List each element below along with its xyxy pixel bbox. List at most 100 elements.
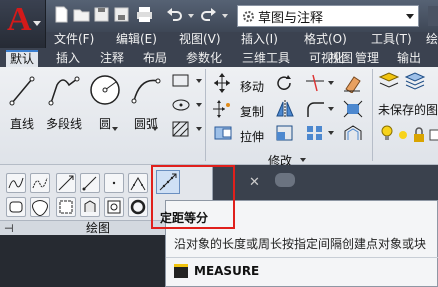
fillet-dropdown-icon[interactable] (328, 107, 334, 111)
spline-cv-icon[interactable] (30, 173, 50, 193)
layer-stack-icon[interactable] (404, 71, 426, 91)
layer-state-label[interactable]: 未保存的图 (378, 101, 438, 118)
spline-fit-icon[interactable] (6, 173, 26, 193)
lock-icon[interactable] (408, 125, 424, 145)
move-icon[interactable] (211, 73, 230, 93)
redo-dropdown-icon[interactable] (222, 14, 228, 18)
hatch-dropdown-icon[interactable] (196, 127, 202, 131)
menu-file[interactable]: 文件(F) (54, 32, 94, 46)
menu-view[interactable]: 视图(V) (179, 32, 221, 46)
divide-icon[interactable] (128, 173, 148, 193)
arc-icon (131, 78, 161, 104)
stretch-icon[interactable] (212, 123, 232, 143)
lightbulb-icon[interactable] (376, 123, 393, 143)
helix-icon[interactable] (104, 197, 124, 217)
tab-3d-tools[interactable]: 三维工具 (238, 50, 294, 67)
copy-label[interactable]: 复制 (240, 103, 264, 120)
save-icon[interactable] (93, 6, 110, 23)
scale-icon[interactable] (274, 123, 296, 143)
highlight-box (151, 165, 235, 229)
3d-polyline-icon[interactable] (80, 197, 100, 217)
circle-button[interactable]: 圆 (88, 73, 122, 132)
chevron-down-icon (406, 14, 414, 19)
new-file-icon[interactable] (53, 6, 70, 23)
ray-icon[interactable] (80, 173, 100, 193)
donut-icon[interactable] (128, 197, 148, 217)
menu-draw[interactable]: 绘 (426, 32, 438, 46)
wipeout-icon[interactable] (30, 197, 50, 217)
autocad-logo: A (7, 1, 32, 38)
redo-icon[interactable] (200, 6, 217, 23)
menu-insert[interactable]: 插入(I) (241, 32, 278, 46)
tab-parametric[interactable]: 参数化 (182, 50, 226, 67)
menu-bar: 文件(F) 编辑(E) 视图(V) 插入(I) 格式(O) 工具(T) 绘 (46, 32, 438, 48)
pin-icon[interactable]: ⊣ (4, 222, 14, 235)
copy-icon[interactable] (211, 99, 230, 119)
region-icon[interactable] (6, 197, 26, 217)
construction-line-icon[interactable] (56, 173, 76, 193)
revision-cloud-icon[interactable] (56, 197, 76, 217)
sun-icon[interactable] (392, 125, 407, 145)
polyline-button[interactable]: 多段线 (43, 73, 85, 132)
offset-icon[interactable] (342, 123, 364, 143)
application-menu-button[interactable]: A (0, 0, 46, 48)
erase-icon[interactable] (342, 73, 364, 94)
layer-color-swatch[interactable] (424, 125, 438, 145)
circle-icon (90, 75, 120, 105)
tab-default[interactable]: 默认 (6, 50, 39, 67)
tab-output[interactable]: 输出 (393, 50, 425, 67)
rectangle-icon[interactable] (170, 71, 192, 91)
menu-edit[interactable]: 编辑(E) (116, 32, 157, 46)
mirror-icon[interactable] (274, 99, 296, 119)
drawing-canvas[interactable] (0, 235, 170, 287)
tab-layout[interactable]: 布局 (139, 50, 171, 67)
polyline-label: 多段线 (45, 117, 82, 131)
ribbon-tab-bar: 默认 插入 注释 布局 参数化 三维工具 可视化 视图 管理 输出 (0, 48, 438, 67)
tooltip-command: MEASURE (194, 264, 260, 278)
layer-properties-icon[interactable] (378, 71, 400, 91)
undo-dropdown-icon[interactable] (188, 14, 194, 18)
close-tab-icon[interactable]: ✕ (249, 175, 260, 190)
command-line-icon (174, 264, 188, 278)
tab-annotate[interactable]: 注释 (96, 50, 128, 67)
panel-divider (372, 69, 373, 161)
save-as-icon[interactable] (113, 6, 130, 23)
new-tab-button[interactable] (275, 173, 295, 187)
stretch-label[interactable]: 拉伸 (240, 128, 264, 145)
arc-button[interactable]: 圆弧 (128, 73, 164, 132)
trim-dropdown-icon[interactable] (328, 81, 334, 85)
polyline-icon (48, 76, 80, 106)
ellipse-icon[interactable] (170, 95, 192, 115)
workspace-name: 草图与注释 (258, 10, 324, 26)
title-bar-overflow (428, 6, 438, 26)
ellipse-dropdown-icon[interactable] (196, 103, 202, 107)
point-icon[interactable] (104, 173, 124, 193)
fillet-icon[interactable] (304, 99, 326, 119)
arc-label: 圆弧 (133, 117, 158, 131)
circle-dropdown-icon[interactable] (112, 127, 118, 131)
line-button[interactable]: 直线 (4, 73, 40, 132)
menu-tools[interactable]: 工具(T) (371, 32, 412, 46)
trim-icon[interactable] (304, 73, 326, 93)
plot-icon[interactable] (136, 6, 153, 23)
open-folder-icon[interactable] (73, 6, 90, 23)
undo-icon[interactable] (166, 6, 183, 23)
line-icon (9, 76, 35, 106)
rotate-icon[interactable] (274, 73, 296, 93)
tooltip-divider (166, 257, 438, 258)
modify-panel-dropdown-icon[interactable] (300, 158, 306, 162)
array-icon[interactable] (304, 123, 326, 143)
workspace-switcher[interactable]: 草图与注释 (237, 5, 419, 27)
line-label: 直线 (9, 117, 34, 131)
move-label[interactable]: 移动 (240, 78, 264, 95)
gear-icon (243, 10, 254, 22)
arc-dropdown-icon[interactable] (152, 127, 158, 131)
menu-format[interactable]: 格式(O) (304, 32, 347, 46)
tab-manage[interactable]: 管理 (351, 50, 383, 67)
rectangle-dropdown-icon[interactable] (196, 79, 202, 83)
hatch-icon[interactable] (170, 119, 192, 139)
array-dropdown-icon[interactable] (328, 131, 334, 135)
tab-insert[interactable]: 插入 (52, 50, 84, 67)
explode-icon[interactable] (342, 99, 364, 119)
file-tab-bar: ✕ (213, 165, 438, 201)
